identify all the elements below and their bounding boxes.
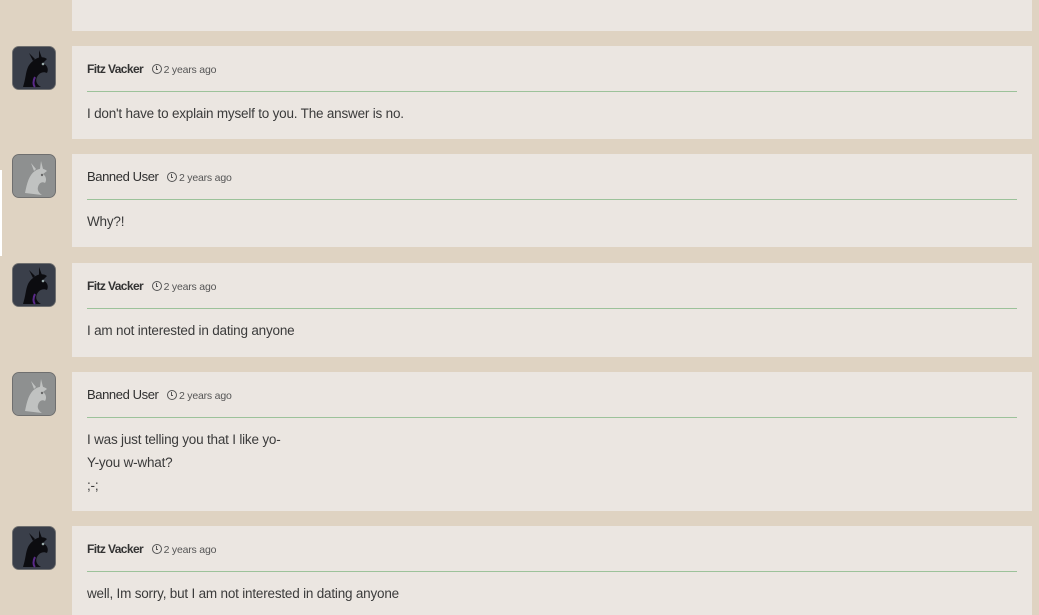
comment-header: Banned User 2 years ago — [87, 168, 1017, 200]
grey-dragon-avatar-icon[interactable] — [12, 372, 56, 416]
comment-card: Banned User 2 years ago I was just telli… — [72, 372, 1032, 511]
author-name[interactable]: Fitz Vacker — [87, 542, 144, 556]
comment-header: Fitz Vacker 2 years ago — [87, 540, 1017, 572]
timestamp: 2 years ago — [166, 172, 232, 184]
author-name[interactable]: Fitz Vacker — [87, 62, 144, 76]
timestamp-text: 2 years ago — [163, 281, 217, 293]
comment-card: Banned User 2 years ago Why?! — [72, 154, 1032, 247]
clock-icon — [151, 544, 162, 554]
comment-card: Fitz Vacker 2 years ago I am not interes… — [72, 263, 1032, 357]
comment-header: Fitz Vacker 2 years ago — [87, 277, 1017, 309]
comment-header: Fitz Vacker 2 years ago — [87, 60, 1017, 92]
timestamp-text: 2 years ago — [178, 172, 232, 184]
timestamp: 2 years ago — [151, 64, 217, 76]
black-dragon-avatar-icon[interactable] — [12, 263, 56, 307]
comment-body: I don't have to explain myself to you. T… — [87, 102, 1017, 125]
comment-body: I was just telling you that I like yo- Y… — [87, 428, 1017, 497]
clock-icon — [151, 281, 162, 291]
author-name[interactable]: Banned User — [87, 387, 159, 402]
timestamp: 2 years ago — [151, 544, 217, 556]
author-name[interactable]: Fitz Vacker — [87, 279, 144, 293]
comment-line: I am not interested in dating anyone — [87, 323, 295, 338]
comment-body: Why?! — [87, 210, 1017, 233]
author-name[interactable]: Banned User — [87, 169, 159, 184]
comment-header: Banned User 2 years ago — [87, 386, 1017, 418]
clock-icon — [151, 64, 162, 74]
timestamp: 2 years ago — [166, 390, 232, 402]
comment-body: well, Im sorry, but I am not interested … — [87, 582, 1017, 605]
comment-line: Why?! — [87, 214, 125, 229]
comment-line: Y-you w-what? — [87, 455, 173, 470]
timestamp-text: 2 years ago — [163, 64, 217, 76]
comment-line: well, Im sorry, but I am not interested … — [87, 586, 399, 601]
comment-card: Fitz Vacker 2 years ago well, Im sorry, … — [72, 526, 1032, 615]
comment-line: ;-; — [87, 478, 99, 493]
side-scroll-marker — [0, 170, 2, 256]
timestamp-text: 2 years ago — [178, 390, 232, 402]
black-dragon-avatar-icon[interactable] — [12, 46, 56, 90]
clock-icon — [166, 172, 177, 182]
comment-line: I don't have to explain myself to you. T… — [87, 106, 404, 121]
comment-card: Fitz Vacker 2 years ago I don't have to … — [72, 46, 1032, 139]
black-dragon-avatar-icon[interactable] — [12, 526, 56, 570]
clock-icon — [166, 390, 177, 400]
grey-dragon-avatar-icon[interactable] — [12, 154, 56, 198]
timestamp-text: 2 years ago — [163, 544, 217, 556]
comment-line: I was just telling you that I like yo- — [87, 432, 281, 447]
comment-body: I am not interested in dating anyone — [87, 319, 1017, 342]
previous-comment-card — [72, 0, 1032, 31]
timestamp: 2 years ago — [151, 281, 217, 293]
